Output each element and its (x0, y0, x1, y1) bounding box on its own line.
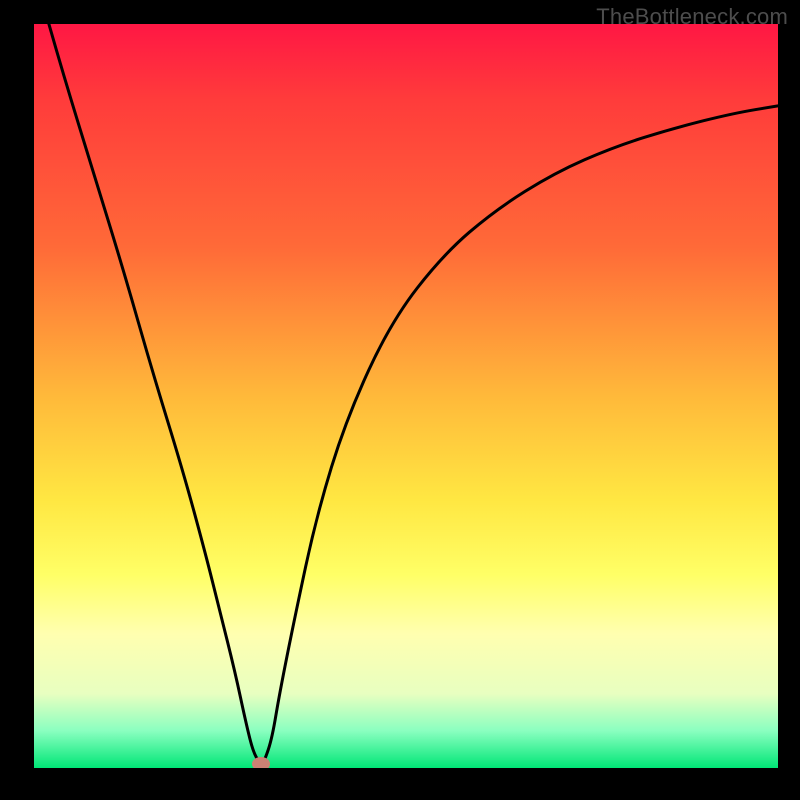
watermark-text: TheBottleneck.com (596, 4, 788, 30)
bottleneck-curve (34, 24, 778, 768)
optimal-point-marker (252, 757, 270, 768)
chart-plot-area (34, 24, 778, 768)
